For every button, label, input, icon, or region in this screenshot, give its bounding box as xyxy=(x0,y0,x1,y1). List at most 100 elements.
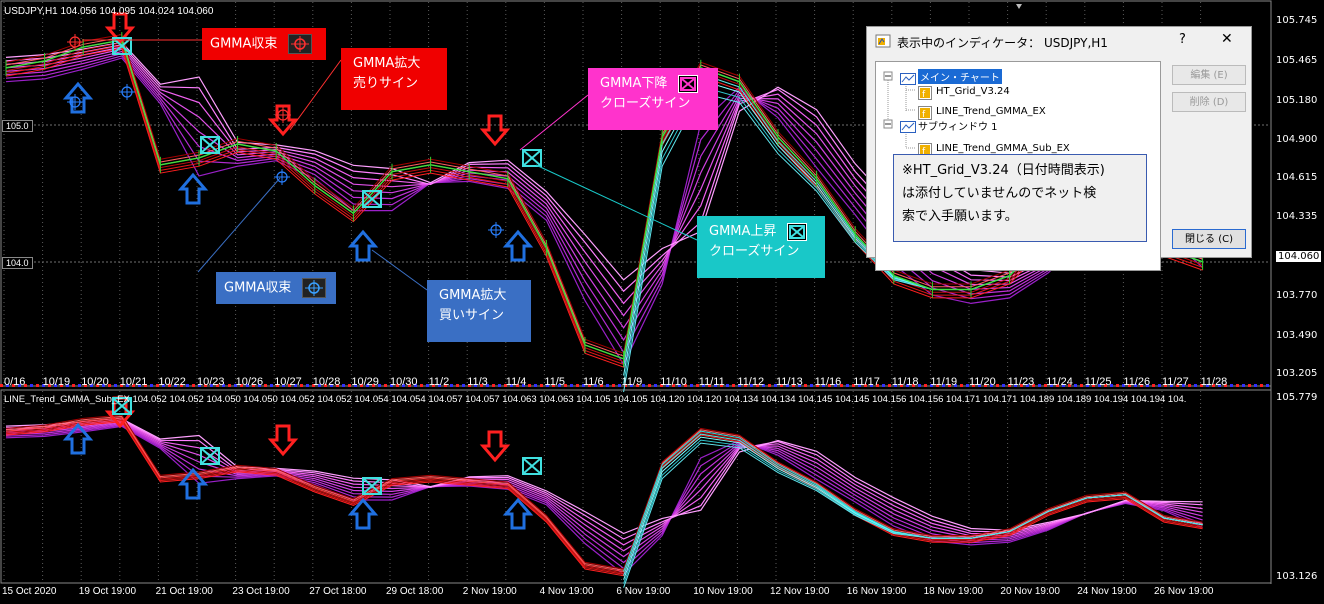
indicator-icon: f xyxy=(918,85,932,104)
tree-main-chart[interactable]: メイン・チャート xyxy=(918,69,1002,84)
date-tick: 15 Oct 2020 xyxy=(2,586,57,597)
callout-pointer xyxy=(197,177,281,273)
date-strip-mark xyxy=(534,384,537,387)
date-tick: 11/13 xyxy=(776,376,803,388)
sub-long-ma xyxy=(5,421,1203,552)
sub-long-ma xyxy=(5,424,1203,570)
date-tick: 29 Oct 18:00 xyxy=(386,586,444,597)
close-icon[interactable]: ✕ xyxy=(1221,31,1233,47)
close-signal-icon xyxy=(677,74,698,93)
date-tick: 11/20 xyxy=(969,376,996,388)
date-tick: 10/28 xyxy=(312,376,341,388)
date-strip-mark xyxy=(270,384,273,387)
date-strip-mark xyxy=(1248,384,1251,387)
date-strip-mark xyxy=(228,384,231,387)
price-tick: 105.180 xyxy=(1276,95,1318,106)
note-box: ※HT_Grid_V3.24（日付時間表示) は添付していませんのでネット検 索… xyxy=(893,154,1147,242)
date-tick: 12 Nov 19:00 xyxy=(770,586,830,597)
callout-text: GMMA収束 xyxy=(224,280,292,296)
date-strip-mark xyxy=(1116,384,1119,387)
callout-text: 売りサイン xyxy=(353,76,419,91)
date-tick: 11/24 xyxy=(1046,376,1073,388)
callout-pointer xyxy=(519,94,589,151)
date-strip-mark xyxy=(498,384,501,387)
date-tick: 11/11 xyxy=(698,376,725,388)
window-title: USDJPY,H1 104.056 104.095 104.024 104.06… xyxy=(4,6,214,17)
date-strip-mark xyxy=(732,384,735,387)
date-strip-mark xyxy=(462,384,465,387)
sub-price-tick: 105.779 xyxy=(1276,392,1318,403)
date-tick: 11/10 xyxy=(660,376,687,388)
date-strip-mark xyxy=(114,384,117,387)
date-strip-mark xyxy=(264,384,267,387)
date-strip-mark xyxy=(1236,384,1239,387)
date-tick: 11/17 xyxy=(853,376,880,388)
date-strip-mark xyxy=(540,384,543,387)
price-tick: 105.745 xyxy=(1276,15,1318,26)
date-strip-mark xyxy=(654,384,657,387)
callout-pointer xyxy=(289,59,342,131)
chart-window-icon xyxy=(900,70,916,89)
date-tick: 10/22 xyxy=(158,376,186,388)
callout-text: GMMA上昇 xyxy=(709,224,777,239)
crosshair-icon xyxy=(301,278,326,298)
tree-item-gmma-sub-ex[interactable]: LINE_Trend_GMMA_Sub_EX xyxy=(936,143,1070,154)
date-tick: 11/19 xyxy=(930,376,958,388)
help-button[interactable]: ? xyxy=(1179,32,1186,47)
date-strip-mark xyxy=(606,384,609,387)
date-strip-mark xyxy=(1002,384,1005,387)
note-line: は添付していませんのでネット検 xyxy=(902,186,1097,201)
date-tick: 10/20 xyxy=(81,376,109,388)
date-tick: 10/30 xyxy=(390,376,418,388)
date-tick: 11/23 xyxy=(1007,376,1035,388)
date-strip-mark xyxy=(492,384,495,387)
date-tick: 11/4 xyxy=(505,376,527,388)
date-tick: 11/9 xyxy=(621,376,643,388)
dialog-title: 表示中のインディケータ： USDJPY,H1 xyxy=(897,36,1108,50)
date-tick: 10/23 xyxy=(197,376,225,388)
close-signal-icon xyxy=(786,222,807,241)
date-strip-mark xyxy=(30,384,33,387)
app-icon xyxy=(875,33,891,48)
buy-arrow xyxy=(347,497,379,530)
date-strip-mark xyxy=(192,384,195,387)
date-strip-mark xyxy=(642,384,645,387)
date-strip-mark xyxy=(1074,384,1077,387)
tree-sub-window[interactable]: サブウィンドウ 1 xyxy=(918,118,998,133)
sub-short-ma xyxy=(5,414,1203,570)
date-strip-mark xyxy=(846,384,849,387)
callout-gmma-down-close: GMMA下降 クローズサイン xyxy=(588,68,718,130)
date-strip-mark xyxy=(1158,384,1161,387)
sub-up-ma xyxy=(623,442,1203,588)
date-strip-mark xyxy=(36,384,39,387)
date-strip-mark xyxy=(768,384,771,387)
date-strip-mark xyxy=(1254,384,1257,387)
tree-item-ht-grid[interactable]: HT_Grid_V3.24 xyxy=(936,86,1010,97)
date-strip-mark xyxy=(1230,384,1233,387)
price-tick: 103.490 xyxy=(1276,330,1318,341)
sub-long-ma xyxy=(5,425,1203,576)
period-marker xyxy=(1016,4,1022,9)
sell-arrow xyxy=(479,430,511,463)
sub-short-ma xyxy=(5,415,1203,571)
callout-gmma-converge-red: GMMA収束 xyxy=(202,28,326,60)
date-tick: 20 Nov 19:00 xyxy=(1000,586,1060,597)
close-dialog-button[interactable]: 閉じる (C) xyxy=(1172,229,1246,249)
delete-button[interactable]: 削除 (D) xyxy=(1172,92,1246,112)
price-mark-105: 105.0 xyxy=(2,120,33,132)
date-tick: 11/25 xyxy=(1084,376,1112,388)
callout-gmma-expand-buy: GMMA拡大 買いサイン xyxy=(427,280,531,342)
subwindow-title: LINE_Trend_GMMA_Sub_EX 104.052 104.052 1… xyxy=(4,394,1187,405)
date-tick: 27 Oct 18:00 xyxy=(309,586,367,597)
date-strip-mark xyxy=(726,384,729,387)
date-strip-mark xyxy=(648,384,651,387)
buy-arrow xyxy=(347,229,379,262)
edit-button[interactable]: 編集 (E) xyxy=(1172,65,1246,85)
tree-item-gmma-ex[interactable]: LINE_Trend_GMMA_EX xyxy=(936,106,1046,117)
date-strip-mark xyxy=(690,384,693,387)
date-tick: 11/5 xyxy=(544,376,565,388)
date-strip-mark xyxy=(342,384,345,387)
callout-text: 買いサイン xyxy=(439,308,505,323)
callout-gmma-up-close: GMMA上昇 クローズサイン xyxy=(697,216,825,278)
sub-short-ma xyxy=(5,419,1203,575)
